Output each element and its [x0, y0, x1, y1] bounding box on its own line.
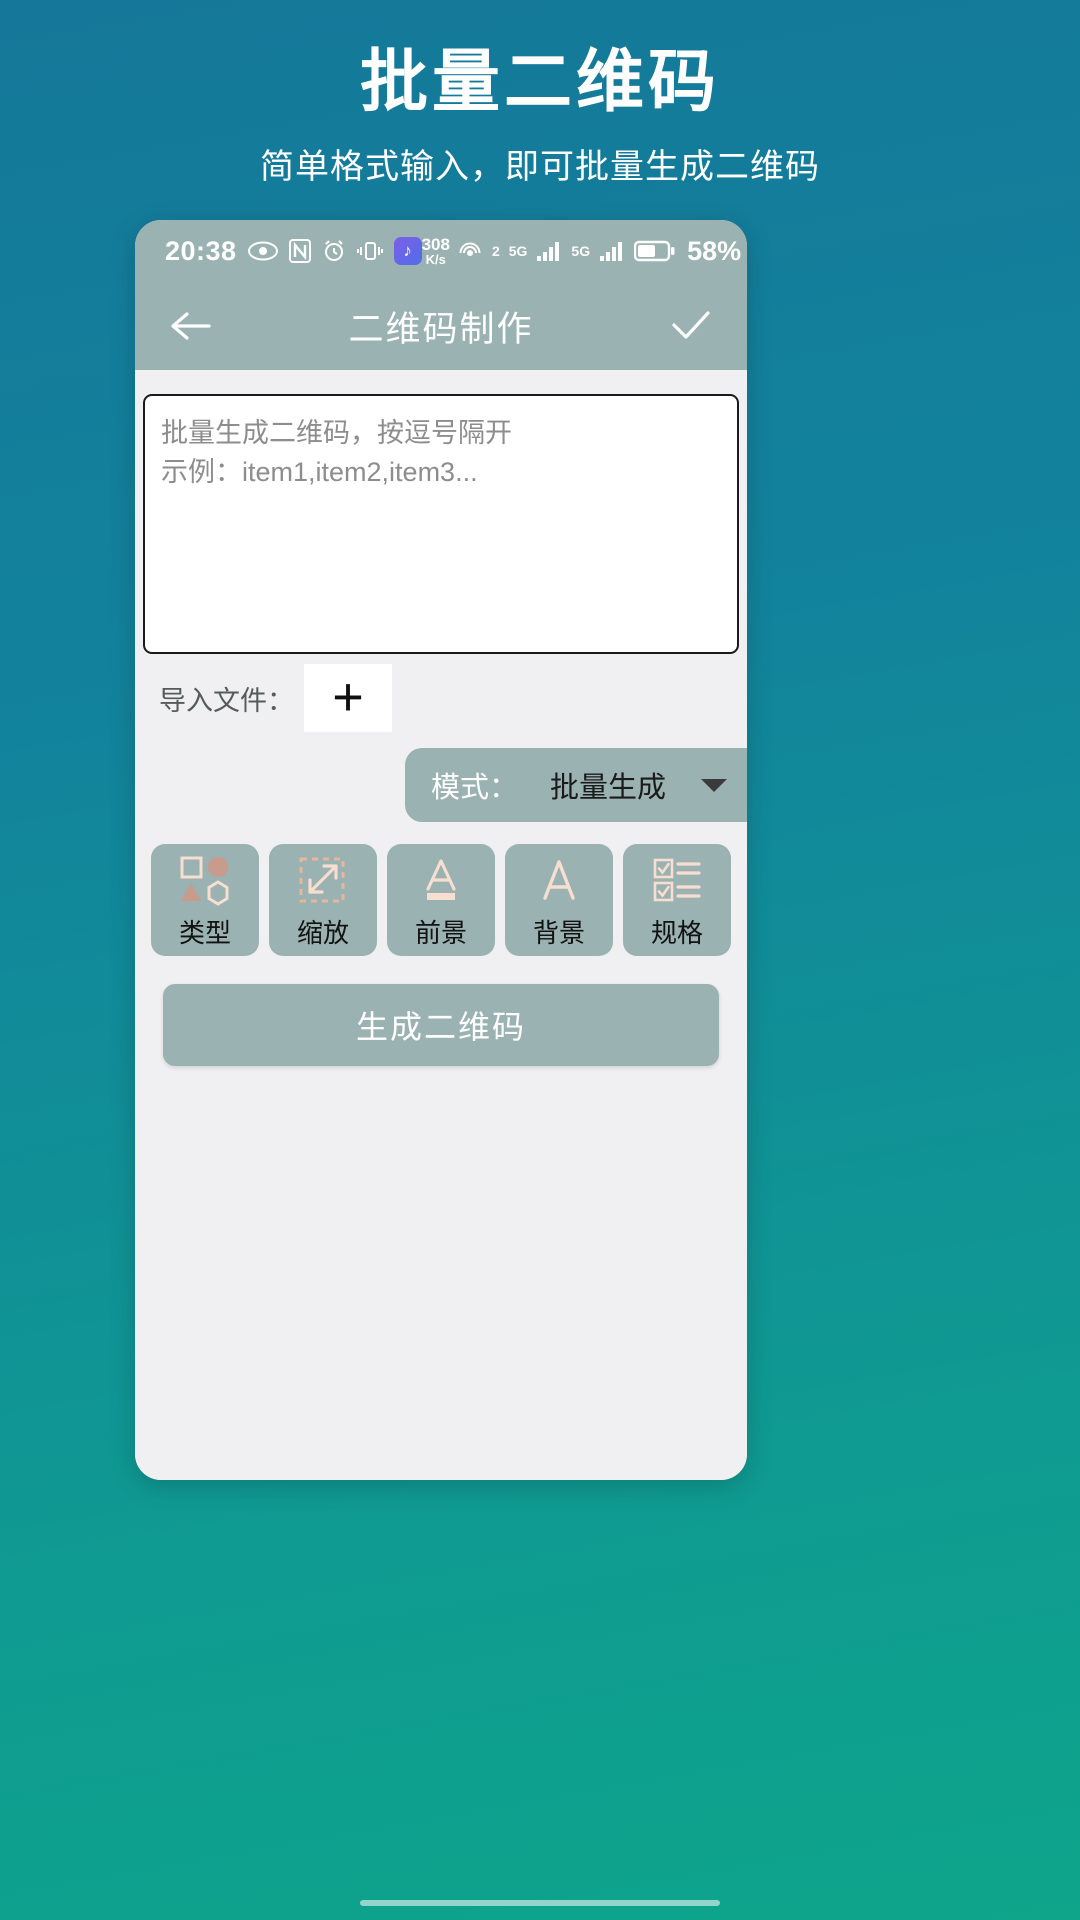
nfc-icon: [288, 239, 311, 263]
tool-button-background[interactable]: 背景: [505, 844, 613, 956]
check-icon[interactable]: [663, 309, 719, 343]
hotspot-count: 2: [491, 243, 500, 259]
shapes-icon: [178, 851, 232, 909]
tool-button-foreground[interactable]: 前景: [387, 844, 495, 956]
tool-label: 前景: [414, 917, 467, 948]
signal-bars-icon-1: [536, 240, 562, 262]
mode-dropdown[interactable]: 模式： 批量生成: [405, 748, 747, 822]
status-bar-left: 20:38 ♪: [165, 236, 422, 267]
status-bar-right: 308 K/s 2 5G 5G 58%: [422, 236, 742, 267]
tool-label: 缩放: [296, 917, 349, 948]
page-subtitle: 简单格式输入，即可批量生成二维码: [260, 148, 820, 186]
alarm-icon: [322, 239, 346, 263]
app-bar: 二维码制作: [135, 282, 747, 370]
import-file-row: 导入文件： +: [135, 664, 747, 732]
foreground-text-icon: [414, 851, 468, 909]
status-time: 20:38: [165, 235, 237, 266]
eye-icon: [247, 240, 278, 262]
battery-icon: [634, 239, 676, 263]
checklist-icon: [650, 851, 704, 909]
content-textarea[interactable]: 批量生成二维码，按逗号隔开 示例：item1,item2,item3...: [143, 394, 739, 654]
generate-section: 生成二维码: [135, 956, 747, 1066]
app-bar-title: 二维码制作: [348, 309, 534, 349]
plus-icon: +: [332, 667, 364, 728]
generate-button[interactable]: 生成二维码: [163, 984, 719, 1066]
tool-label: 规格: [650, 917, 703, 948]
tool-label: 类型: [178, 917, 231, 948]
content-input-section: 批量生成二维码，按逗号隔开 示例：item1,item2,item3...: [135, 370, 747, 654]
battery-percent: 58%: [687, 235, 742, 266]
import-file-label: 导入文件：: [159, 685, 294, 716]
signal-bars-icon-2: [599, 240, 625, 262]
hotspot-icon: [459, 240, 483, 262]
mode-value: 批量生成: [550, 772, 667, 804]
tool-button-scale[interactable]: 缩放: [269, 844, 377, 956]
phone-frame: 20:38 ♪ 308 K/s 2 5G 5G 58% 二维码制作 批量生成二维…: [135, 220, 747, 1480]
mode-label: 模式：: [431, 772, 519, 804]
network-speed: 308 K/s: [421, 235, 450, 267]
mode-row: 模式： 批量生成: [135, 748, 747, 822]
resize-icon: [296, 851, 350, 909]
add-file-button[interactable]: +: [304, 664, 392, 732]
sim2-network-label: 5G: [571, 243, 591, 259]
status-bar: 20:38 ♪ 308 K/s 2 5G 5G 58%: [135, 220, 747, 282]
tool-button-type[interactable]: 类型: [151, 844, 259, 956]
promo-header: 批量二维码 简单格式输入，即可批量生成二维码: [0, 0, 1080, 188]
tool-label: 背景: [532, 917, 585, 948]
page-title: 批量二维码: [359, 44, 720, 120]
sim1-network-label: 5G: [508, 243, 528, 259]
tool-button-row: 类型 缩放 前景 背景 规格: [135, 822, 747, 956]
gesture-indicator: [360, 1900, 720, 1906]
music-app-icon: ♪: [393, 237, 422, 265]
textarea-placeholder-line-2: 示例：item1,item2,item3...: [161, 456, 478, 487]
screen-content: 批量生成二维码，按逗号隔开 示例：item1,item2,item3... 导入…: [135, 370, 747, 1480]
tool-button-spec[interactable]: 规格: [623, 844, 731, 956]
textarea-placeholder-line-1: 批量生成二维码，按逗号隔开: [161, 418, 512, 448]
chevron-down-icon: [701, 778, 727, 792]
back-arrow-icon[interactable]: [163, 310, 219, 342]
background-text-icon: [532, 851, 586, 909]
vibrate-icon: [356, 239, 383, 263]
